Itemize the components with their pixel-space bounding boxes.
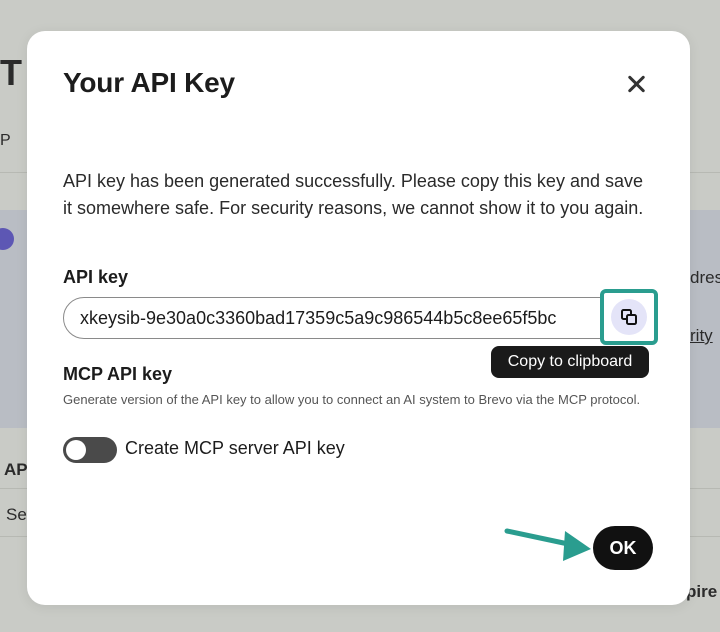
arrow-right-icon — [504, 528, 591, 561]
api-key-field[interactable]: xkeysib-9e30a0c3360bad17359c5a9c986544b5… — [63, 297, 653, 339]
copy-to-clipboard-button[interactable] — [611, 299, 647, 335]
api-key-label: API key — [63, 267, 129, 287]
api-key-value: xkeysib-9e30a0c3360bad17359c5a9c986544b5… — [80, 307, 557, 328]
mcp-api-key-label: MCP API key — [63, 364, 173, 384]
mcp-toggle[interactable] — [63, 437, 117, 463]
toggle-knob — [66, 440, 86, 460]
close-icon[interactable] — [623, 71, 649, 97]
mcp-toggle-label: Create MCP server API key — [125, 438, 345, 458]
copy-icon — [621, 309, 637, 325]
dialog-description: API key has been generated successfully.… — [63, 171, 644, 218]
background-tab-fragment: P — [0, 132, 11, 149]
copy-button-highlight — [600, 289, 658, 345]
ok-button[interactable]: OK — [593, 526, 653, 570]
background-title-fragment: T — [0, 52, 22, 93]
background-expire-fragment: pire — [686, 582, 718, 601]
mcp-help-text: Generate version of the API key to allow… — [63, 392, 641, 407]
copy-tooltip: Copy to clipboard — [491, 346, 649, 378]
background-security-link-fragment: rity — [690, 326, 713, 345]
background-address-fragment: dres — [690, 268, 720, 287]
background-section-fragment: AP — [4, 460, 28, 479]
api-key-dialog: Your API Key API key has been generated … — [27, 31, 690, 605]
dialog-title: Your API Key — [63, 67, 235, 98]
background-search-fragment: Se — [6, 505, 27, 524]
